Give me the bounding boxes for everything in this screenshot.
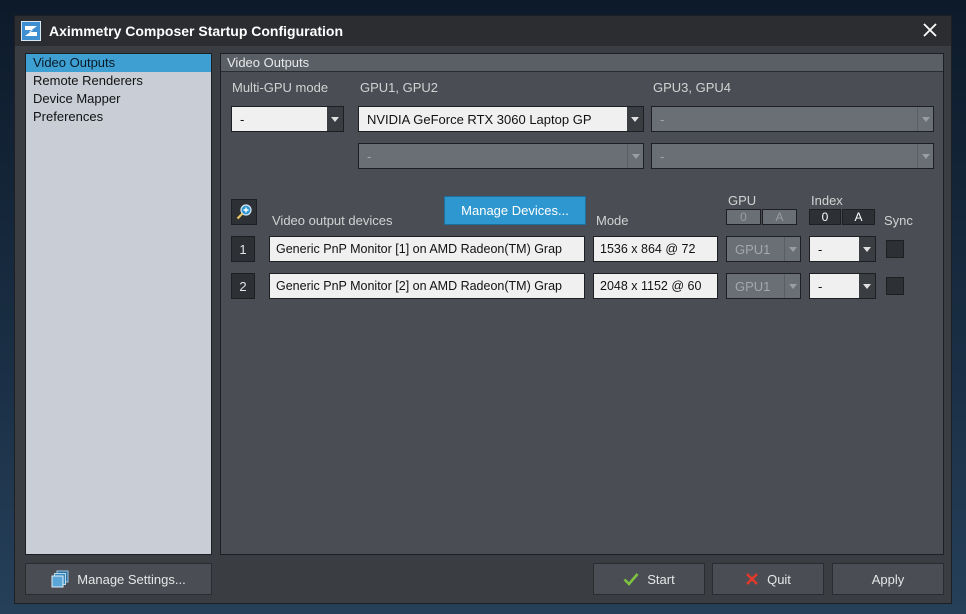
start-button[interactable]: Start <box>593 563 705 595</box>
gpu34-secondary-value: - <box>660 148 665 164</box>
device-index-value: - <box>818 278 823 294</box>
gpu12-secondary-value: - <box>367 148 372 164</box>
device-gpu-value: GPU1 <box>735 241 771 257</box>
chevron-down-icon <box>627 107 643 131</box>
quit-label: Quit <box>767 571 791 587</box>
device-row-number: 2 <box>231 273 255 299</box>
multi-gpu-mode-select[interactable]: - <box>231 106 344 132</box>
video-output-devices-label: Video output devices <box>272 213 393 228</box>
chevron-down-icon <box>917 107 933 131</box>
gpu12-primary-value: NVIDIA GeForce RTX 3060 Laptop GP <box>367 111 592 127</box>
gpu34-primary-select[interactable]: - <box>651 106 934 132</box>
device-name-field[interactable]: Generic PnP Monitor [2] on AMD Radeon(TM… <box>269 273 585 299</box>
device-index-select[interactable]: - <box>809 236 876 262</box>
zoom-button[interactable] <box>231 199 257 225</box>
zoom-in-icon <box>236 204 252 220</box>
sidebar-item-preferences[interactable]: Preferences <box>26 108 211 126</box>
apply-button[interactable]: Apply <box>832 563 944 595</box>
device-mode-field[interactable]: 2048 x 1152 @ 60 <box>593 273 718 299</box>
checkmark-icon <box>623 573 639 586</box>
x-icon <box>746 573 758 585</box>
device-gpu-select[interactable]: GPU1 <box>726 273 801 299</box>
manage-devices-button[interactable]: Manage Devices... <box>444 196 586 225</box>
device-index-value: - <box>818 241 823 257</box>
aximmetry-logo-icon <box>21 21 41 41</box>
sync-column-label: Sync <box>884 213 913 228</box>
window-title: Aximmetry Composer Startup Configuration <box>49 23 344 39</box>
index-all-toggle[interactable]: A <box>842 209 875 225</box>
sidebar-item-device-mapper[interactable]: Device Mapper <box>26 90 211 108</box>
stack-icon <box>51 570 69 588</box>
manage-settings-button[interactable]: Manage Settings... <box>25 563 212 595</box>
multi-gpu-mode-label: Multi-GPU mode <box>232 80 329 95</box>
close-button[interactable] <box>919 19 941 41</box>
chevron-down-icon <box>859 237 875 261</box>
chevron-down-icon <box>917 144 933 168</box>
quit-button[interactable]: Quit <box>712 563 824 595</box>
device-row-number: 1 <box>231 236 255 262</box>
close-icon <box>923 23 937 37</box>
gpu34-secondary-select[interactable]: - <box>651 143 934 169</box>
device-gpu-value: GPU1 <box>735 278 771 294</box>
panel-header: Video Outputs <box>221 54 943 72</box>
mode-column-label: Mode <box>596 213 629 228</box>
index-column-label: Index <box>811 193 843 208</box>
chevron-down-icon <box>627 144 643 168</box>
device-index-select[interactable]: - <box>809 273 876 299</box>
gpu34-label: GPU3, GPU4 <box>653 80 732 95</box>
sidebar: Video Outputs Remote Renderers Device Ma… <box>25 53 212 555</box>
video-outputs-panel: Video Outputs Multi-GPU mode - GPU1, GPU… <box>220 53 944 555</box>
device-name-field[interactable]: Generic PnP Monitor [1] on AMD Radeon(TM… <box>269 236 585 262</box>
device-gpu-select[interactable]: GPU1 <box>726 236 801 262</box>
chevron-down-icon <box>784 274 800 298</box>
multi-gpu-mode-value: - <box>240 111 245 127</box>
chevron-down-icon <box>327 107 343 131</box>
manage-settings-label: Manage Settings... <box>77 571 186 587</box>
chevron-down-icon <box>784 237 800 261</box>
gpu12-primary-select[interactable]: NVIDIA GeForce RTX 3060 Laptop GP <box>358 106 644 132</box>
gpu-all-toggle[interactable]: A <box>762 209 797 225</box>
sync-checkbox[interactable] <box>886 277 904 295</box>
sidebar-item-remote-renderers[interactable]: Remote Renderers <box>26 72 211 90</box>
device-mode-field[interactable]: 1536 x 864 @ 72 <box>593 236 718 262</box>
title-bar: Aximmetry Composer Startup Configuration <box>15 16 951 46</box>
startup-configuration-window: Aximmetry Composer Startup Configuration… <box>14 15 952 604</box>
chevron-down-icon <box>859 274 875 298</box>
gpu12-secondary-select[interactable]: - <box>358 143 644 169</box>
gpu12-label: GPU1, GPU2 <box>360 80 439 95</box>
start-label: Start <box>647 571 675 587</box>
index-zero-toggle[interactable]: 0 <box>809 209 841 225</box>
sidebar-item-video-outputs[interactable]: Video Outputs <box>26 54 211 72</box>
gpu-zero-toggle[interactable]: 0 <box>726 209 761 225</box>
sync-checkbox[interactable] <box>886 240 904 258</box>
gpu34-primary-value: - <box>660 111 665 127</box>
gpu-column-label: GPU <box>728 193 757 208</box>
